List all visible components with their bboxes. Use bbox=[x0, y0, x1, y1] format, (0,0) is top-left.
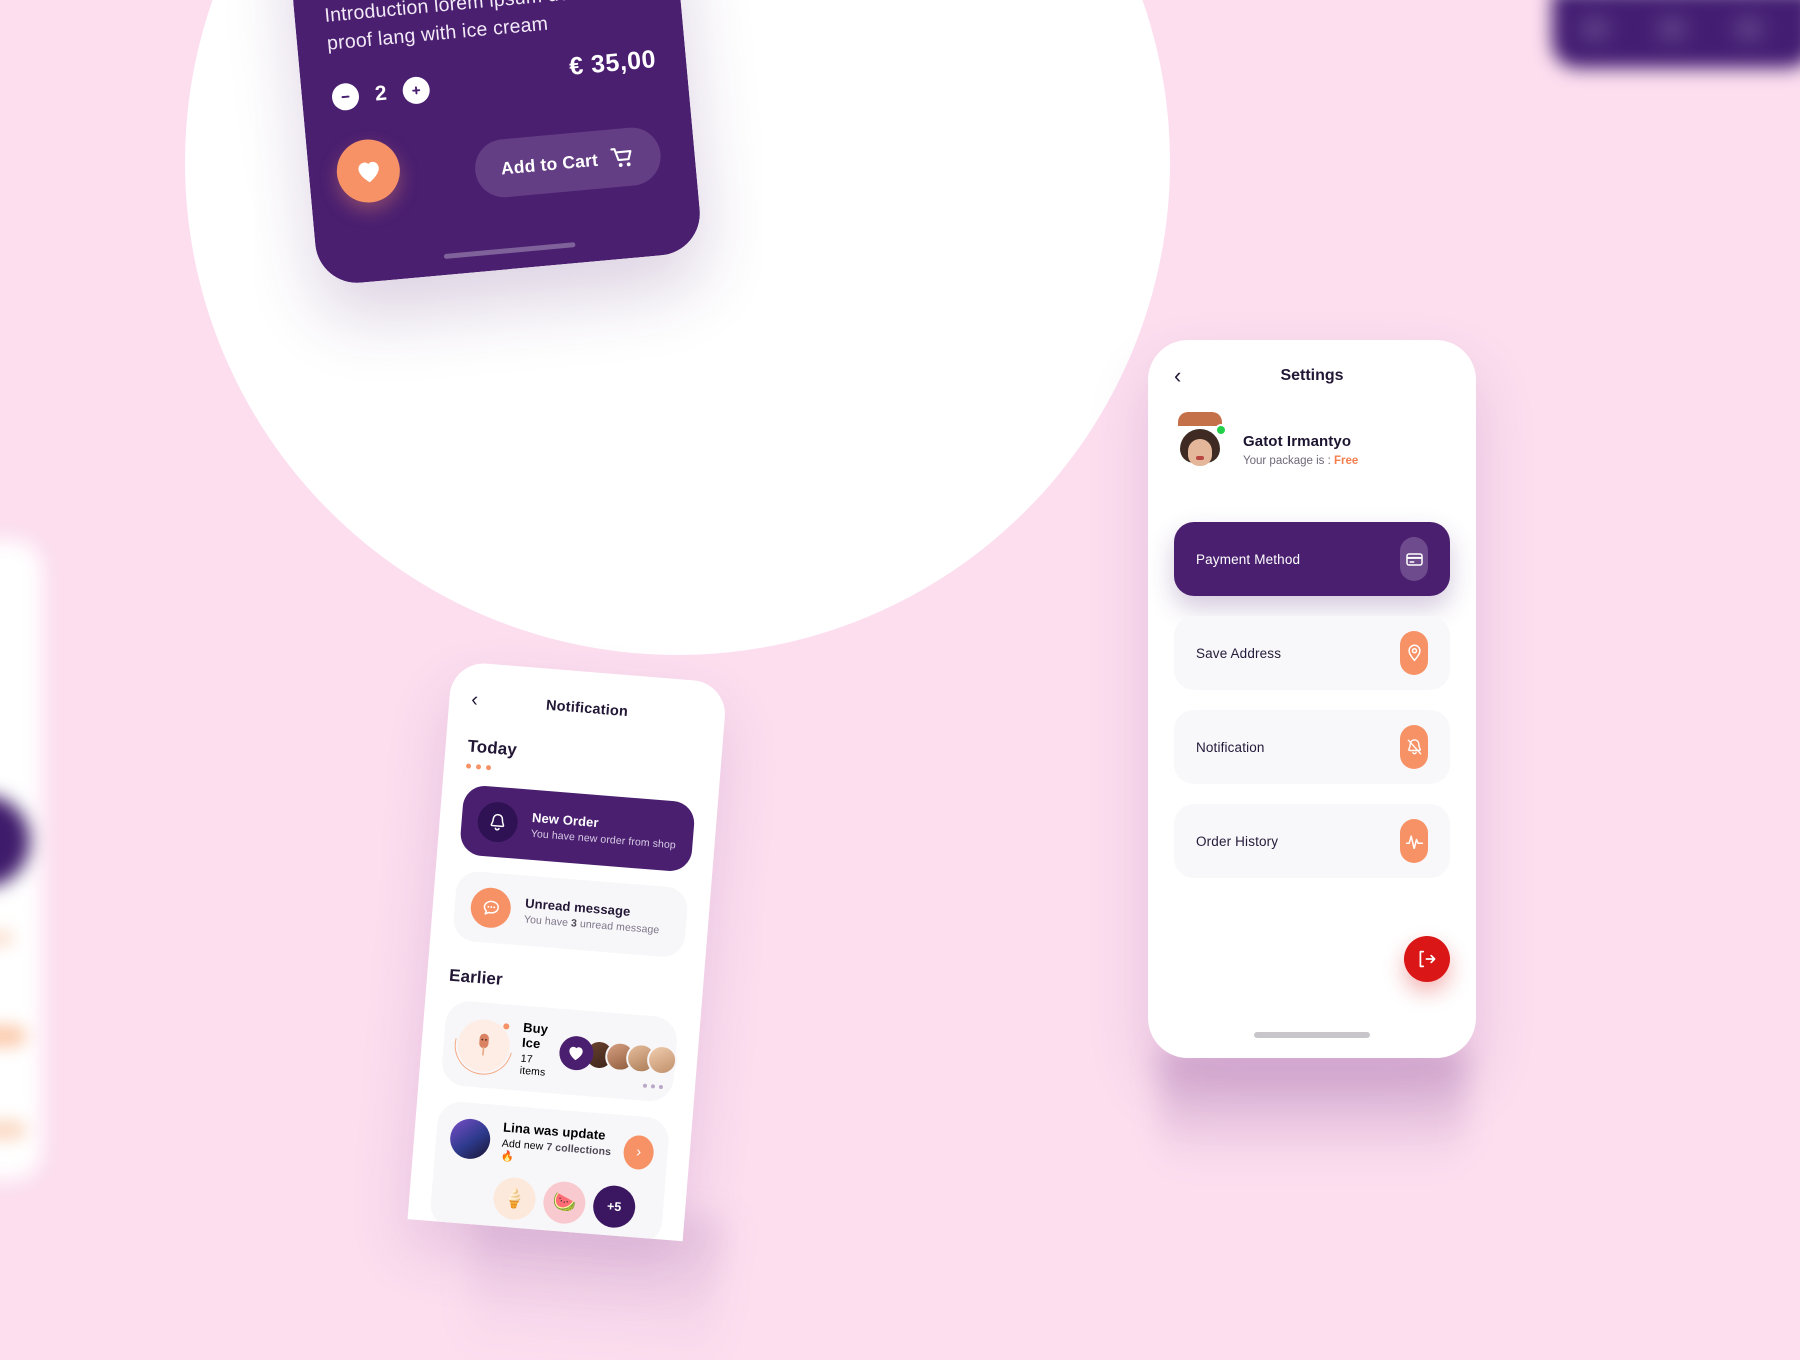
profile-name: Gatot Irmantyo bbox=[1243, 433, 1352, 450]
settings-item-order-history[interactable]: Order History bbox=[1174, 804, 1450, 878]
home-indicator bbox=[443, 242, 576, 260]
subtitle-suffix: unread message bbox=[576, 917, 660, 937]
popsicle-icon bbox=[444, 1005, 524, 1085]
lina-card-subtitle: Add new 7 collections 🔥 bbox=[500, 1137, 612, 1171]
chat-bubble-icon bbox=[469, 886, 513, 930]
subtitle-prefix: You have bbox=[523, 913, 572, 930]
page-title: Settings bbox=[1280, 367, 1344, 384]
settings-item-label: Save Address bbox=[1196, 645, 1282, 661]
add-to-cart-label: Add to Cart bbox=[499, 149, 599, 178]
blurred-tabbar-decor bbox=[1552, 0, 1800, 68]
online-status-dot bbox=[1215, 424, 1227, 436]
decrease-quantity-button[interactable] bbox=[330, 82, 361, 112]
watermelon-chip[interactable]: 🍉 bbox=[541, 1180, 587, 1226]
notification-item-lina-update[interactable]: Lina was update Add new 7 collections 🔥 … bbox=[428, 1100, 671, 1242]
map-pin-icon bbox=[1400, 631, 1428, 675]
settings-phone-shadow bbox=[1160, 1050, 1466, 1170]
product-price: € 35,00 bbox=[568, 45, 658, 81]
settings-phone-mockup: ‹ Settings Gatot Irmantyo Your package i… bbox=[1148, 340, 1476, 1058]
notification-item-unread-message[interactable]: Unread message You have 3 unread message bbox=[452, 870, 689, 959]
settings-item-notification[interactable]: Notification bbox=[1174, 710, 1450, 784]
settings-item-payment-method[interactable]: Payment Method bbox=[1174, 522, 1450, 596]
heart-icon bbox=[357, 161, 379, 182]
chevron-left-icon[interactable]: ‹ bbox=[471, 689, 479, 711]
section-heading-earlier: Earlier bbox=[448, 965, 504, 989]
bell-off-icon bbox=[1400, 725, 1428, 769]
buy-card-title: Buy Ice bbox=[521, 1019, 549, 1052]
credit-card-icon bbox=[1400, 537, 1428, 581]
logout-icon bbox=[1419, 950, 1436, 968]
settings-item-save-address[interactable]: Save Address bbox=[1174, 616, 1450, 690]
package-label: Your package is : bbox=[1243, 455, 1334, 467]
buy-card-subtitle: 17 items bbox=[519, 1052, 546, 1079]
shopping-cart-icon bbox=[610, 148, 632, 167]
favorite-button[interactable] bbox=[334, 136, 403, 206]
fire-emoji: 🔥 bbox=[500, 1150, 515, 1164]
notification-item-new-order[interactable]: New Order You have new order from shop bbox=[458, 784, 696, 873]
overflow-dots bbox=[642, 1083, 663, 1089]
more-collections-badge[interactable]: +5 bbox=[591, 1184, 637, 1230]
collections-count: 7 collections bbox=[545, 1141, 612, 1159]
section-earlier: Earlier bbox=[448, 966, 681, 1005]
mockup-canvas: Introduction lorem ipsum dolor amet proo… bbox=[0, 0, 1800, 1360]
logout-button[interactable] bbox=[1404, 936, 1450, 982]
notification-item-buy-ice[interactable]: Buy Ice 17 items bbox=[440, 999, 679, 1103]
add-to-cart-button[interactable]: Add to Cart bbox=[472, 125, 664, 200]
avatar-stack[interactable] bbox=[557, 1034, 678, 1089]
chevron-left-icon[interactable]: ‹ bbox=[1174, 365, 1181, 387]
increase-quantity-button[interactable] bbox=[401, 75, 431, 106]
product-detail-card: Introduction lorem ipsum dolor amet proo… bbox=[290, 0, 704, 287]
settings-navbar: ‹ Settings bbox=[1174, 340, 1450, 412]
quantity-stepper[interactable]: 2 bbox=[330, 75, 431, 112]
profile-package: Your package is : Free bbox=[1243, 455, 1358, 467]
notification-phone-mockup: ‹ Notification Today New Order You have … bbox=[407, 660, 728, 1242]
page-title: Notification bbox=[545, 697, 629, 721]
product-phone-mockup: Introduction lorem ipsum dolor amet proo… bbox=[274, 0, 704, 287]
quantity-value: 2 bbox=[373, 81, 388, 106]
settings-item-label: Payment Method bbox=[1196, 551, 1301, 567]
settings-item-label: Notification bbox=[1196, 739, 1265, 755]
collection-chips: 🍦 🍉 +5 bbox=[444, 1172, 651, 1230]
ice-cream-chip[interactable]: 🍦 bbox=[491, 1176, 538, 1222]
activity-pulse-icon bbox=[1400, 819, 1428, 863]
chevron-right-icon[interactable]: › bbox=[622, 1133, 655, 1171]
blurred-bar-decor-3 bbox=[0, 1120, 26, 1140]
blurred-bar-decor-2 bbox=[0, 1025, 26, 1047]
bell-icon bbox=[476, 800, 520, 844]
avatar bbox=[448, 1116, 492, 1160]
package-value: Free bbox=[1334, 455, 1359, 467]
profile-summary[interactable]: Gatot Irmantyo Your package is : Free bbox=[1174, 412, 1450, 476]
settings-item-label: Order History bbox=[1196, 833, 1279, 849]
home-indicator bbox=[1254, 1032, 1370, 1038]
